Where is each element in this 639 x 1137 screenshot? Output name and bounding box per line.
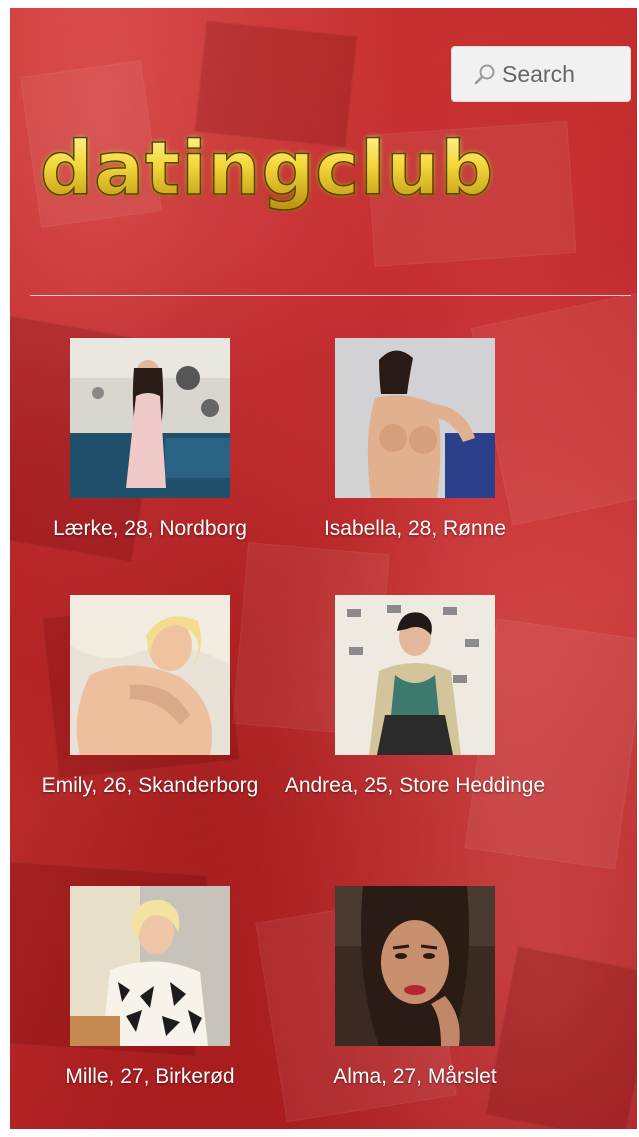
profile-photo[interactable] [70,886,230,1046]
header-divider [30,295,631,296]
profile-caption[interactable]: Lærke, 28, Nordborg [10,511,290,547]
profile-card[interactable]: Andrea, 25, Store Heddinge [275,595,555,804]
profile-caption[interactable]: Alma, 27, Mårslet [275,1059,555,1095]
profile-caption[interactable]: Mille, 27, Birkerød [10,1059,290,1095]
profile-card[interactable]: Emily, 26, Skanderborg [10,595,290,804]
logo-text: datingclub [40,126,494,212]
profile-photo[interactable] [70,338,230,498]
profile-photo[interactable] [335,338,495,498]
search-icon [474,64,495,85]
search-label: Search [502,60,575,87]
search-button[interactable]: Search [451,46,631,102]
profile-caption[interactable]: Isabella, 28, Rønne [275,511,555,547]
profile-card[interactable]: Lærke, 28, Nordborg [10,338,290,547]
profile-card[interactable]: Alma, 27, Mårslet [275,886,555,1095]
page-background: Search datingclub Lærke, 28, Nordborg Is… [10,8,637,1129]
profile-card[interactable]: Isabella, 28, Rønne [275,338,555,547]
profile-photo[interactable] [335,595,495,755]
datingclub-logo[interactable]: datingclub [36,126,506,212]
profile-caption[interactable]: Andrea, 25, Store Heddinge [275,768,555,804]
profile-card[interactable]: Mille, 27, Birkerød [10,886,290,1095]
profile-photo[interactable] [335,886,495,1046]
profile-photo[interactable] [70,595,230,755]
profile-caption[interactable]: Emily, 26, Skanderborg [10,768,290,804]
